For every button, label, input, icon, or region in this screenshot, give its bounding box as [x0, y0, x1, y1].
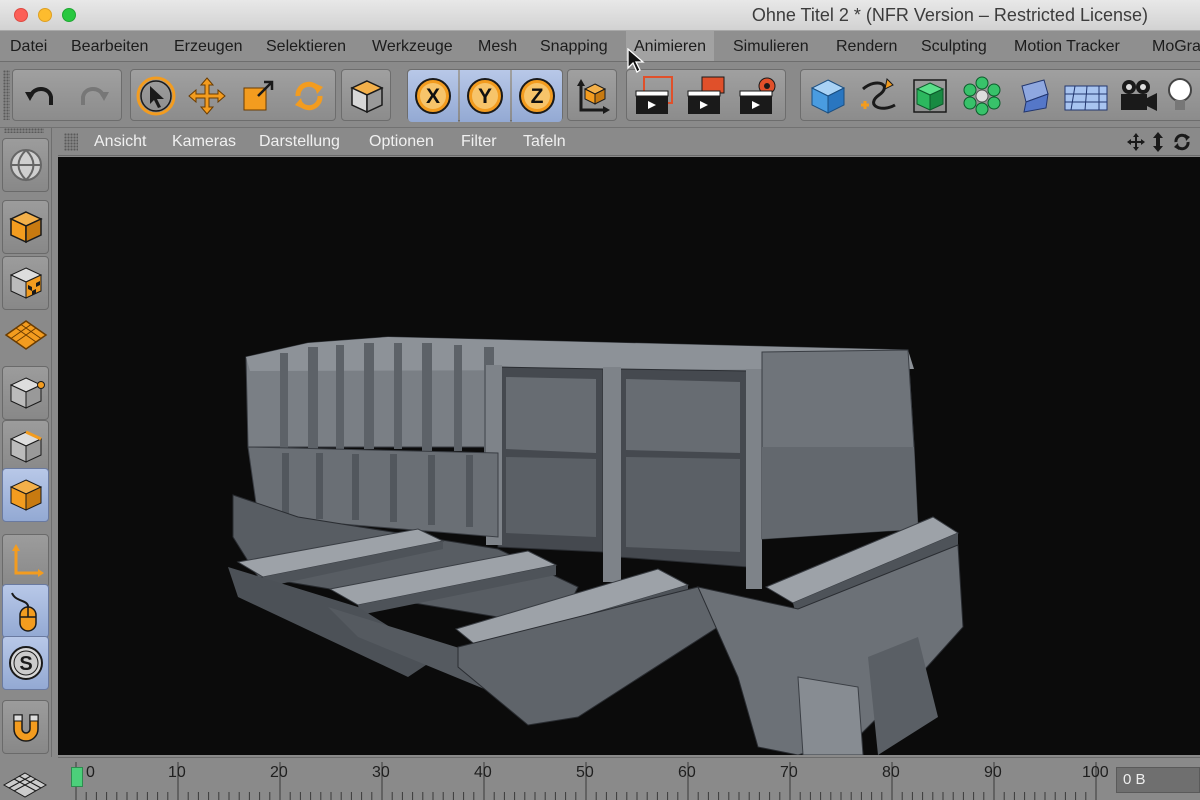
coordinate-system-group: [567, 69, 617, 121]
y-axis-label: Y: [478, 85, 492, 108]
viewport-menu-bar: Ansicht Kameras Darstellung Optionen Fil…: [58, 128, 1200, 156]
polygons-mode-icon[interactable]: [2, 468, 49, 522]
viewport-menu-tafeln[interactable]: Tafeln: [523, 128, 566, 156]
menu-motion-tracker[interactable]: Motion Tracker: [1012, 31, 1122, 61]
menu-datei[interactable]: Datei: [8, 31, 49, 61]
pan-icon[interactable]: [1126, 132, 1146, 152]
svg-text:S: S: [19, 653, 32, 675]
deformer-icon[interactable]: [1009, 70, 1059, 122]
cube-icon[interactable]: [803, 70, 853, 122]
menu-werkzeuge[interactable]: Werkzeuge: [370, 31, 455, 61]
subdivision-surface-icon[interactable]: [905, 70, 955, 122]
viewport-3d[interactable]: [58, 157, 1200, 756]
workplane-globe-icon[interactable]: [2, 138, 49, 192]
move-icon[interactable]: [182, 70, 232, 122]
render-group: [626, 69, 786, 121]
dolly-icon[interactable]: [1150, 132, 1166, 152]
mode-palette: S: [0, 128, 52, 800]
edges-mode-icon[interactable]: [2, 420, 49, 474]
camera-icon[interactable]: [1113, 70, 1163, 122]
zoom-window-button[interactable]: [62, 8, 76, 22]
frame-readout[interactable]: 0 B: [1116, 767, 1200, 793]
axis-mode-icon[interactable]: [2, 534, 49, 588]
polygon-mode-icon[interactable]: [2, 200, 49, 254]
minimize-window-button[interactable]: [38, 8, 52, 22]
recent-object-icon[interactable]: [342, 70, 392, 122]
viewport-grip[interactable]: [64, 133, 78, 151]
redo-icon[interactable]: [69, 70, 119, 122]
texture-mode-icon[interactable]: [2, 256, 49, 310]
floor-scene-icon[interactable]: [1061, 70, 1111, 122]
viewport-menu-darstellung[interactable]: Darstellung: [259, 128, 340, 156]
palette-grip[interactable]: [4, 128, 44, 133]
undo-icon[interactable]: [15, 70, 65, 122]
points-mode-icon[interactable]: [2, 366, 49, 420]
viewport-scene: [228, 336, 964, 756]
transform-tools-group: [130, 69, 336, 121]
menu-sculpting[interactable]: Sculpting: [919, 31, 989, 61]
tick-label-90: 90: [984, 764, 1002, 781]
mograph-cloner-icon[interactable]: [957, 70, 1007, 122]
menu-simulieren[interactable]: Simulieren: [731, 31, 811, 61]
timeline-left-corner: [0, 757, 52, 800]
z-axis-lock-button[interactable]: Z: [512, 70, 562, 122]
menu-rendern[interactable]: Rendern: [834, 31, 899, 61]
window-title: Ohne Titel 2 * (NFR Version – Restricted…: [751, 5, 1148, 25]
render-view-icon[interactable]: [629, 70, 679, 122]
scale-icon[interactable]: [233, 70, 283, 122]
undo-redo-group: [12, 69, 122, 121]
create-objects-group: [800, 69, 1200, 121]
grid-icon: [2, 772, 48, 798]
render-settings-icon[interactable]: [733, 70, 783, 122]
x-axis-label: X: [426, 85, 440, 108]
tick-label-50: 50: [576, 764, 594, 781]
spline-pen-icon[interactable]: [853, 70, 903, 122]
tick-label-0: 0: [86, 764, 95, 781]
world-coordinate-icon[interactable]: [568, 70, 618, 122]
tick-label-80: 80: [882, 764, 900, 781]
menu-bearbeiten[interactable]: Bearbeiten: [69, 31, 150, 61]
close-window-button[interactable]: [14, 8, 28, 22]
toolbar-grip[interactable]: [3, 70, 10, 120]
menu-snapping[interactable]: Snapping: [538, 31, 610, 61]
timeline-ruler[interactable]: 0 10 20 30 40 50 60 70 80 90 100 0 B: [58, 757, 1200, 800]
menu-mograph[interactable]: MoGra: [1150, 31, 1200, 61]
x-axis-lock-button[interactable]: X: [408, 70, 458, 122]
select-arrow-icon[interactable]: [131, 70, 181, 122]
magnet-icon[interactable]: [2, 700, 49, 754]
orbit-icon[interactable]: [1172, 132, 1192, 152]
viewport-menu-ansicht[interactable]: Ansicht: [94, 128, 146, 156]
playhead-marker[interactable]: [71, 767, 83, 787]
z-axis-label: Z: [531, 85, 544, 108]
tick-label-60: 60: [678, 764, 696, 781]
tick-label-30: 30: [372, 764, 390, 781]
rotate-icon[interactable]: [284, 70, 334, 122]
y-axis-lock-button[interactable]: Y: [460, 70, 510, 122]
light-icon[interactable]: [1165, 70, 1200, 122]
main-toolbar: X Y Z: [0, 62, 1200, 128]
tick-label-20: 20: [270, 764, 288, 781]
render-picture-viewer-icon[interactable]: [681, 70, 731, 122]
tick-label-40: 40: [474, 764, 492, 781]
menu-bar: Datei Bearbeiten Erzeugen Selektieren We…: [0, 31, 1200, 62]
mouse-cursor-icon: [627, 48, 645, 73]
title-bar: Ohne Titel 2 * (NFR Version – Restricted…: [0, 0, 1200, 31]
tick-label-100: 100: [1082, 764, 1109, 781]
snap-icon[interactable]: S: [2, 636, 49, 690]
tick-label-70: 70: [780, 764, 798, 781]
viewport-menu-kameras[interactable]: Kameras: [172, 128, 236, 156]
workplane-icon[interactable]: [2, 308, 49, 362]
viewport-menu-filter[interactable]: Filter: [461, 128, 497, 156]
menu-selektieren[interactable]: Selektieren: [264, 31, 348, 61]
viewport-menu-optionen[interactable]: Optionen: [369, 128, 434, 156]
menu-erzeugen[interactable]: Erzeugen: [172, 31, 245, 61]
tweak-mode-icon[interactable]: [2, 584, 49, 638]
tick-label-10: 10: [168, 764, 186, 781]
menu-mesh[interactable]: Mesh: [476, 31, 519, 61]
recent-object-group: [341, 69, 391, 121]
axis-lock-group: X Y Z: [407, 69, 563, 122]
